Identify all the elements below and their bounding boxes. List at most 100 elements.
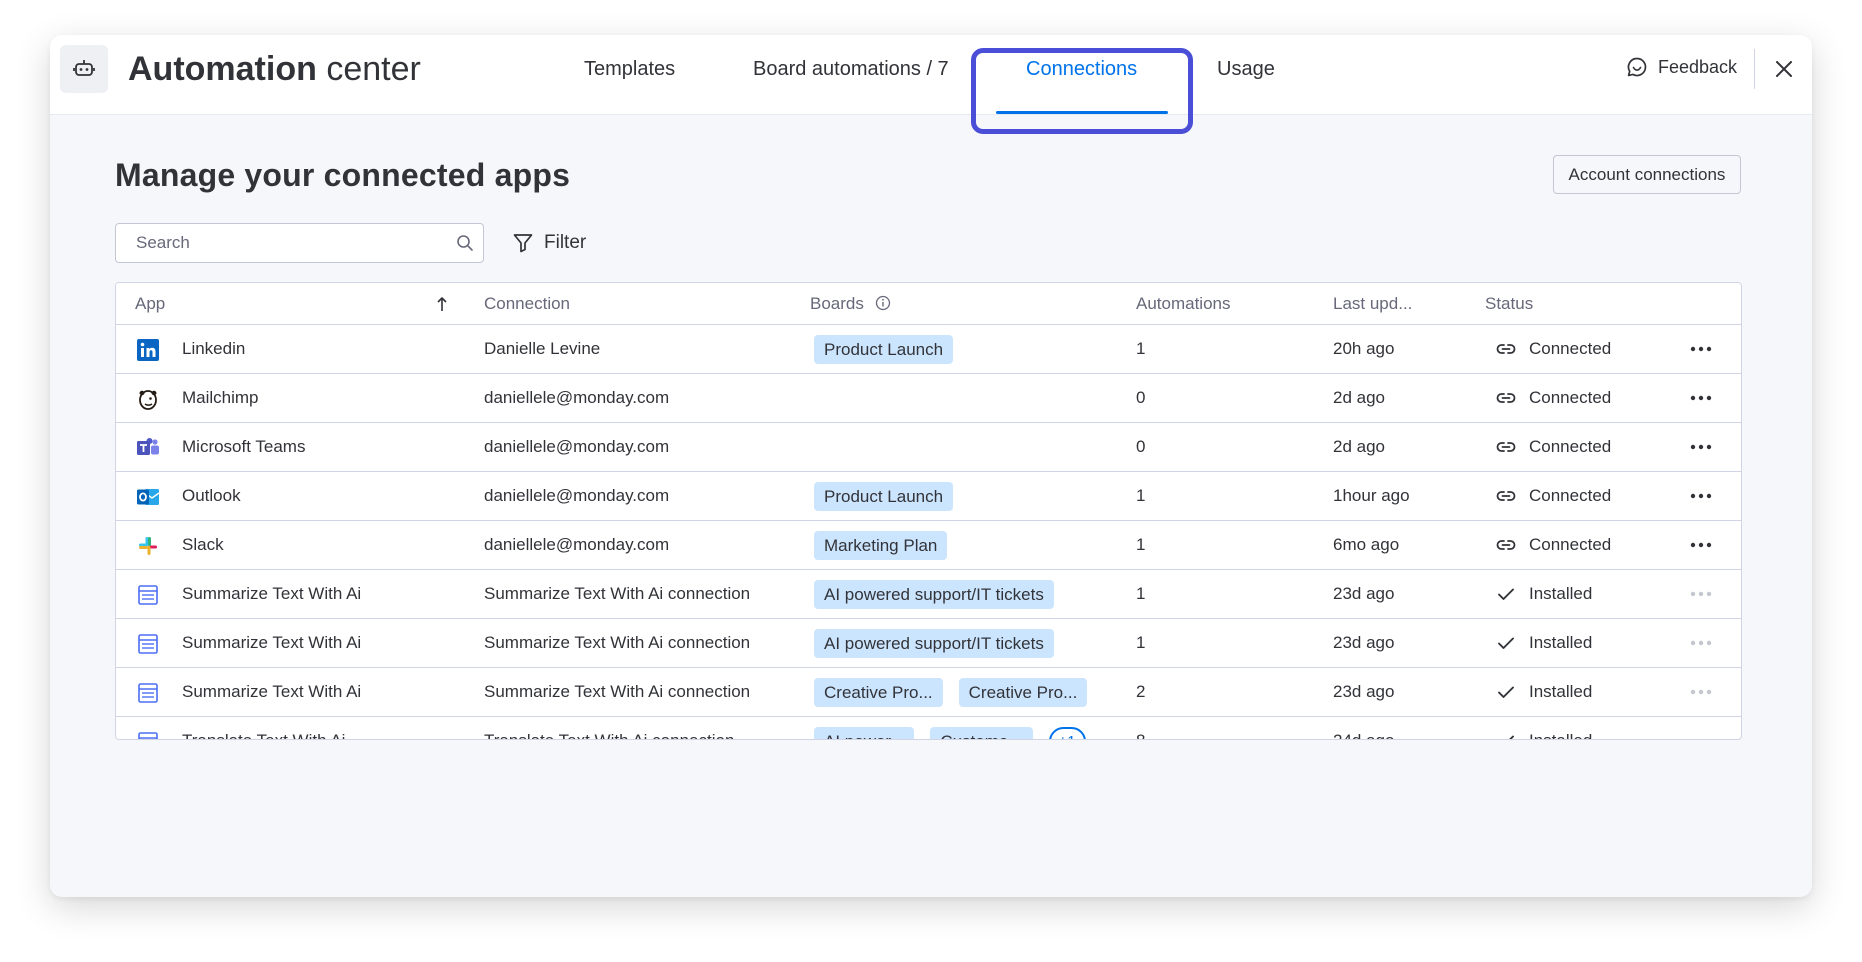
tab-board-automations[interactable]: Board automations / 7 xyxy=(753,55,949,83)
connection-name: daniellele@monday.com xyxy=(484,388,670,407)
search-icon[interactable] xyxy=(456,234,474,252)
last-updated: 23d ago xyxy=(1333,682,1395,701)
board-chip[interactable]: Creative Pro... xyxy=(958,677,1088,707)
table-row[interactable]: Microsoft Teams daniellele@monday.com 0 2d … xyxy=(116,423,1741,472)
info-icon[interactable] xyxy=(875,295,891,311)
last-updated: 2d ago xyxy=(1333,437,1385,456)
ai-app-icon xyxy=(136,681,160,705)
table-row[interactable]: Slack daniellele@monday.com Marketing Plan… xyxy=(116,521,1741,570)
status-cell: Connected xyxy=(1495,423,1611,471)
boards-cell: AI powered support/IT tickets xyxy=(814,570,1070,618)
boards-cell: AI powered support/IT tickets xyxy=(814,619,1070,667)
more-actions-icon xyxy=(1686,680,1716,704)
feedback-chat-icon xyxy=(1627,57,1647,77)
feedback-button[interactable]: Feedback xyxy=(1626,56,1737,78)
close-icon[interactable] xyxy=(1772,57,1796,81)
board-chip[interactable]: AI power... xyxy=(814,726,915,739)
connection-name: daniellele@monday.com xyxy=(484,486,670,505)
filter-button[interactable]: Filter xyxy=(512,225,586,261)
filter-label: Filter xyxy=(544,232,587,253)
filter-icon xyxy=(513,234,533,253)
table-row[interactable]: Summarize Text With Ai Summarize Text Wit… xyxy=(116,570,1741,619)
automations-count: 1 xyxy=(1136,535,1146,554)
more-actions-icon[interactable] xyxy=(1686,533,1716,557)
app-name: Translate Text With Ai xyxy=(182,717,345,739)
more-actions-icon xyxy=(1686,582,1716,606)
column-header-boards[interactable]: Boards xyxy=(810,294,864,313)
board-chip[interactable]: Marketing Plan xyxy=(814,530,948,560)
sort-ascending-icon[interactable] xyxy=(435,295,449,313)
column-header-status[interactable]: Status xyxy=(1485,283,1533,325)
boards-cell: AI power... Custome... +1 xyxy=(814,717,1086,739)
check-icon xyxy=(1495,730,1517,739)
board-chip[interactable]: AI powered support/IT tickets xyxy=(814,628,1054,658)
board-chip[interactable]: Creative Pro... xyxy=(814,677,943,707)
table-row[interactable]: Outlook daniellele@monday.com Product Laun… xyxy=(116,472,1741,521)
last-updated: 2d ago xyxy=(1333,388,1385,407)
status-cell: Installed xyxy=(1495,570,1592,618)
check-icon xyxy=(1495,583,1517,605)
last-updated: 24d ago xyxy=(1333,717,1394,739)
status-label: Connected xyxy=(1529,535,1612,554)
check-icon xyxy=(1495,632,1517,654)
boards-cell: Creative Pro... Creative Pro... xyxy=(814,668,1103,716)
table-row[interactable]: Translate Text With Ai Translate Text Wit… xyxy=(116,717,1741,739)
board-chip[interactable]: Custome... xyxy=(930,726,1033,739)
search-input[interactable] xyxy=(116,224,446,262)
table-header: App Connection Boards Automations Last u… xyxy=(116,283,1741,325)
last-updated: 6mo ago xyxy=(1333,535,1400,554)
column-header-last-updated[interactable]: Last upd... xyxy=(1333,283,1412,325)
link-icon xyxy=(1495,338,1517,360)
more-actions-icon xyxy=(1686,631,1716,655)
link-icon xyxy=(1495,485,1517,507)
app-name: Outlook xyxy=(182,486,241,505)
board-chip[interactable]: Product Launch xyxy=(814,481,954,511)
link-icon xyxy=(1495,534,1517,556)
table-row[interactable]: Summarize Text With Ai Summarize Text Wit… xyxy=(116,619,1741,668)
last-updated: 1hour ago xyxy=(1333,486,1410,505)
more-actions-icon[interactable] xyxy=(1686,484,1716,508)
ai-app-icon xyxy=(136,730,160,739)
table-row[interactable]: Summarize Text With Ai Summarize Text Wit… xyxy=(116,668,1741,717)
status-cell: Connected xyxy=(1495,472,1611,520)
last-updated: 23d ago xyxy=(1333,633,1395,652)
link-icon xyxy=(1495,387,1517,409)
table-row[interactable]: Mailchimp daniellele@monday.com 0 2d ago Con… xyxy=(116,374,1741,423)
column-header-app[interactable]: App xyxy=(135,283,165,325)
more-actions-icon[interactable] xyxy=(1686,435,1716,459)
microsoft-teams-icon xyxy=(136,436,160,460)
connection-name: Summarize Text With Ai connection xyxy=(484,584,751,603)
search-box xyxy=(115,223,484,263)
tab-templates[interactable]: Templates xyxy=(584,55,675,83)
boards-cell: Product Launch xyxy=(814,472,969,520)
column-header-automations[interactable]: Automations xyxy=(1136,283,1231,325)
more-actions-icon[interactable] xyxy=(1686,386,1716,410)
page-title: Manage your connected apps xyxy=(115,157,571,193)
status-label: Installed xyxy=(1529,731,1592,739)
linkedin-icon xyxy=(136,338,160,362)
status-cell: Installed xyxy=(1495,619,1592,667)
link-icon xyxy=(1495,436,1517,458)
status-cell: Connected xyxy=(1495,325,1611,373)
connection-name: Summarize Text With Ai connection xyxy=(484,633,751,652)
ai-app-icon xyxy=(136,583,160,607)
board-chip[interactable]: Product Launch xyxy=(814,334,954,364)
tab-usage[interactable]: Usage xyxy=(1217,55,1275,83)
robot-icon[interactable] xyxy=(60,45,108,93)
automations-count: 0 xyxy=(1136,388,1146,407)
automations-count: 1 xyxy=(1136,339,1146,358)
more-actions-icon[interactable] xyxy=(1686,337,1716,361)
status-label: Installed xyxy=(1529,682,1593,701)
status-label: Installed xyxy=(1529,584,1593,603)
slack-icon xyxy=(136,534,160,558)
automations-count: 1 xyxy=(1136,486,1146,505)
more-boards-badge[interactable]: +1 xyxy=(1048,726,1086,739)
column-header-connection[interactable]: Connection xyxy=(484,283,570,325)
table-row[interactable]: Linkedin Danielle Levine Product Launch 1 20… xyxy=(116,325,1741,374)
top-bar: Automation center Templates Board automa… xyxy=(50,35,1812,115)
account-connections-button[interactable]: Account connections xyxy=(1553,155,1741,194)
status-label: Connected xyxy=(1529,486,1612,505)
board-chip[interactable]: AI powered support/IT tickets xyxy=(814,579,1054,609)
app-name: Mailchimp xyxy=(182,388,259,407)
connections-tab-highlight xyxy=(971,48,1193,134)
